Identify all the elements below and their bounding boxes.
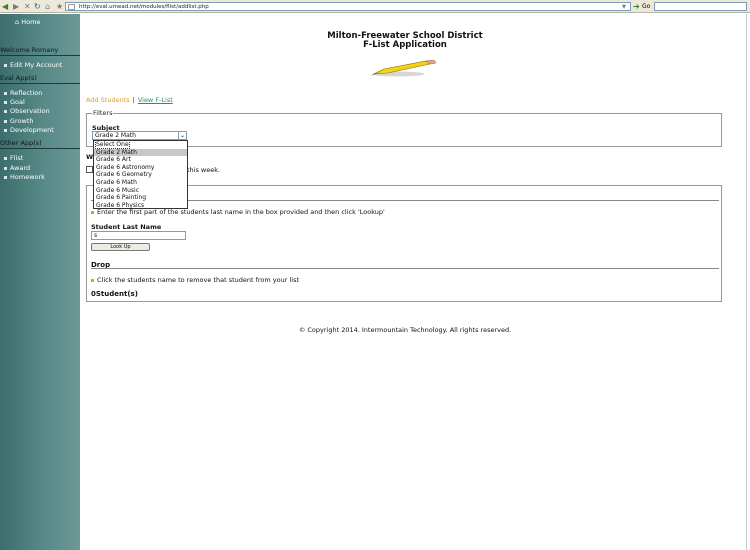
dropdown-option[interactable]: Grade 2 Math [94,148,187,157]
house-icon: ⌂ [15,18,20,26]
lookup-button[interactable]: Look Up [91,243,150,251]
address-bar[interactable]: http://eval.umead.net/modules/flist/addl… [65,2,631,11]
dropdown-option-label: Grade 6 Astronomy [96,163,155,171]
dropdown-option[interactable]: Grade 6 Painting [94,194,187,202]
page-icon [68,4,75,10]
week-checkbox[interactable] [86,166,93,173]
bookmark-icon[interactable]: ★ [56,2,63,11]
bullet-icon [4,119,7,123]
sidebar-item-observation[interactable]: Observation [4,107,50,115]
dropdown-option-label: Grade 6 Math [96,178,137,186]
back-icon[interactable]: ◀ [2,2,8,11]
sidebar-item-growth[interactable]: Growth [4,117,34,125]
sidebar-item-development[interactable]: Development [4,126,54,134]
tab-view-flist[interactable]: View F-List [138,96,173,104]
sidebar-divider [0,83,80,84]
home-icon[interactable]: ⌂ [45,2,50,11]
sidebar-item-homework[interactable]: Homework [4,173,45,181]
subject-dropdown-list[interactable]: Select One Grade 2 Math Grade 6 Art Grade 6… [93,140,188,209]
lastname-input[interactable]: s [91,231,186,240]
sidebar-heading-other: Other App(s) [0,139,42,147]
bullet-icon [4,156,7,160]
dropdown-option[interactable]: Select One [94,140,187,149]
dropdown-option-label: Grade 6 Physics [96,201,145,209]
dropdown-option-label: Select One [95,140,130,149]
drop-instruction: Click the students name to remove that s… [91,276,299,284]
subject-select-value: Grade 2 Math [95,132,136,139]
bullet-icon [4,166,7,170]
tab-add-students[interactable]: Add Students [86,96,130,104]
chevron-down-icon[interactable]: ⌄ [178,132,186,139]
page-title: F-List Application [363,40,447,50]
dropdown-option[interactable]: Grade 6 Astronomy [94,164,187,172]
dropdown-option[interactable]: Grade 6 Geometry [94,171,187,179]
page-edge [746,14,747,550]
dropdown-option-label: Grade 6 Music [96,186,139,194]
subnav: Add Students | View F-List [86,96,173,104]
sidebar-item-goal[interactable]: Goal [4,98,25,106]
bullet-icon [4,128,7,132]
dropdown-history-icon[interactable]: ▾ [622,2,626,11]
sidebar-item-edit-account[interactable]: Edit My Account [4,61,62,69]
bullet-icon [4,100,7,104]
sidebar-item-flist[interactable]: Flist [4,154,23,162]
filters-legend: Filters [92,109,114,117]
forward-icon[interactable]: ▶ [13,2,19,11]
reload-icon[interactable]: ↻ [34,2,41,11]
drop-divider [91,268,719,269]
sidebar-divider [0,55,80,56]
dropdown-option-label: Grade 6 Geometry [96,171,152,179]
dropdown-option-label: Grade 2 Math [96,148,137,156]
bullet-icon [4,91,7,95]
subject-select[interactable]: Grade 2 Math ⌄ [92,131,187,140]
go-icon[interactable]: ➔ [633,2,640,11]
dropdown-option-label: Grade 6 Painting [96,194,147,202]
sidebar-item-award[interactable]: Award [4,164,30,172]
lastname-label: Student Last Name [91,223,162,231]
search-box[interactable] [654,2,747,11]
bullet-icon [4,109,7,113]
sidebar-item-reflection[interactable]: Reflection [4,89,42,97]
bullet-icon [4,175,7,179]
dropdown-option-label: Grade 6 Art [96,156,131,164]
student-count: 0Student(s) [91,290,138,298]
bullet-icon [91,278,94,282]
dropdown-option[interactable]: Grade 6 Physics [94,202,187,210]
stop-icon[interactable]: ✕ [24,2,31,11]
dropdown-option[interactable]: Grade 6 Music [94,187,187,195]
dropdown-option[interactable]: Grade 6 Art [94,156,187,164]
nav-separator: | [132,96,135,104]
sidebar-home-link[interactable]: ⌂ Home [15,18,40,26]
go-button[interactable]: Go [642,2,650,11]
address-text: http://eval.umead.net/modules/flist/addl… [79,4,209,10]
browser-toolbar: ◀ ▶ ✕ ↻ ⌂ ★ http://eval.umead.net/module… [0,0,750,13]
copyright-footer: © Copyright 2014. Intermountain Technolo… [298,326,512,334]
bullet-icon [91,210,94,214]
sidebar-divider [0,148,80,149]
bullet-icon [4,63,7,67]
dropdown-option[interactable]: Grade 6 Math [94,179,187,187]
sidebar-welcome: Welcome Romany [0,46,59,54]
week-text: this week. [187,166,221,174]
pencil-icon [370,60,437,77]
sidebar-heading-eval: Eval App(s) [0,74,37,82]
